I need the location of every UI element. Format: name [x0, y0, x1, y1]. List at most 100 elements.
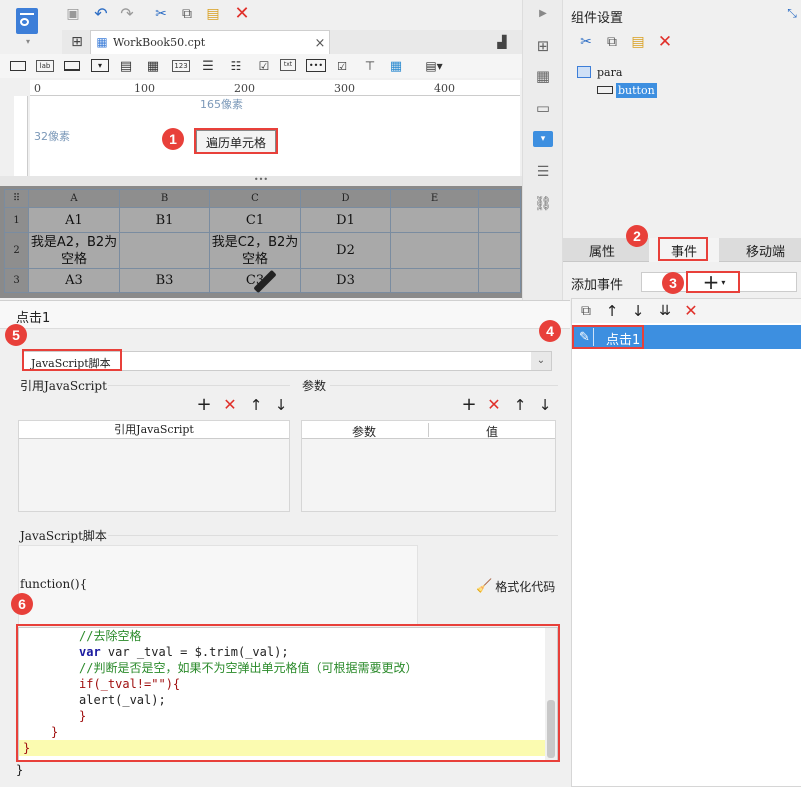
button-node-icon: [597, 86, 613, 94]
layout-grid-icon[interactable]: ▦: [533, 66, 553, 86]
param-up-icon[interactable]: ↑: [512, 397, 528, 413]
cell[interactable]: [390, 232, 479, 269]
tree-copy-icon[interactable]: ⧉: [603, 33, 621, 51]
cell[interactable]: D1: [300, 207, 391, 233]
textbox-widget-icon[interactable]: [10, 61, 26, 71]
splitter-handle[interactable]: •••: [0, 176, 522, 186]
list-stack-icon[interactable]: ☰: [533, 162, 553, 182]
tree-widget-icon[interactable]: ⊤: [362, 58, 378, 74]
cell[interactable]: A1: [28, 207, 120, 233]
event-copy-icon[interactable]: ⧉: [578, 303, 594, 319]
logo-dropdown-icon[interactable]: ▾: [22, 38, 34, 46]
step-badge-6: 6: [11, 593, 33, 615]
tree-node-button[interactable]: button: [597, 82, 657, 98]
cell[interactable]: [390, 207, 479, 233]
column-header[interactable]: C: [209, 189, 301, 208]
column-header[interactable]: D: [300, 189, 391, 208]
undo-icon[interactable]: ↶: [92, 5, 110, 23]
panel-dock-icon[interactable]: ⤡: [785, 6, 799, 20]
textarea-widget-icon[interactable]: ☰: [200, 58, 216, 74]
delete-icon[interactable]: ✕: [232, 4, 252, 24]
more-widgets-icon[interactable]: ▤▾: [422, 58, 446, 74]
cut-icon[interactable]: ✂: [152, 5, 170, 23]
collapse-arrow-icon[interactable]: ▶: [535, 6, 551, 22]
frame-icon[interactable]: ▭: [533, 98, 553, 118]
app-logo-icon[interactable]: [16, 8, 38, 34]
button-widget-icon[interactable]: [64, 61, 80, 71]
step-badge-2: 2: [626, 225, 648, 247]
cell[interactable]: [119, 232, 210, 269]
row-header[interactable]: 1: [4, 207, 29, 233]
radio-group-widget-icon[interactable]: ☷: [228, 58, 244, 74]
component-toolbar: lab ▾ ▤ ▦ 123 ☰ ☷ ☑ txt ••• ☑ ⊤ ▦ ▤▾: [0, 54, 522, 78]
file-tab-bar: ⊞ ▦ WorkBook50.cpt × ▟: [62, 30, 522, 54]
cell[interactable]: 我是A2，B2为空格: [28, 232, 120, 269]
ref-up-icon[interactable]: ↑: [248, 397, 264, 413]
text-widget-icon[interactable]: txt: [280, 59, 296, 71]
redo-icon[interactable]: ↷: [118, 5, 136, 23]
format-code-button[interactable]: 🧹 格式化代码: [476, 577, 555, 595]
event-delete-icon[interactable]: ✕: [682, 302, 700, 320]
cell[interactable]: A3: [28, 268, 120, 293]
function-signature: function(){: [20, 577, 88, 591]
column-header[interactable]: B: [119, 189, 210, 208]
params-table[interactable]: 参数 值: [301, 420, 556, 512]
cell[interactable]: D3: [300, 268, 391, 293]
tree-delete-icon[interactable]: ✕: [655, 32, 675, 52]
widget-dropdown-icon[interactable]: ▾: [533, 131, 553, 147]
file-tab-label: WorkBook50.cpt: [113, 36, 206, 49]
select-all-corner[interactable]: ⠿: [4, 189, 29, 208]
step-badge-5: 5: [5, 324, 27, 346]
date-widget-icon[interactable]: ▦: [145, 58, 161, 74]
table-widget-icon[interactable]: ▦: [388, 58, 404, 74]
file-icon: ▦: [96, 35, 108, 49]
tree-paste-icon[interactable]: ▤: [629, 33, 647, 51]
number-widget-icon[interactable]: 123: [172, 60, 190, 72]
column-header[interactable]: A: [28, 189, 120, 208]
checkbox-group-widget-icon[interactable]: ☑: [256, 58, 272, 74]
link-icon[interactable]: ⛓: [533, 194, 553, 214]
cell[interactable]: 我是C2，B2为空格: [209, 232, 301, 269]
event-list-panel: ⧉ ↑ ↓ ⇊ ✕ ✎ 点击1: [571, 298, 801, 787]
ref-add-icon[interactable]: +: [196, 396, 212, 414]
width-label: 165像素: [200, 98, 243, 111]
ref-delete-icon[interactable]: ✕: [222, 397, 238, 413]
checkbox-widget-icon[interactable]: ☑: [334, 58, 350, 74]
horizontal-ruler: 0 100 200 300 400: [30, 80, 520, 96]
column-header[interactable]: E: [390, 189, 479, 208]
layout-icon[interactable]: ⊞: [533, 36, 553, 56]
combobox-widget-icon[interactable]: ▾: [91, 59, 109, 72]
ref-down-icon[interactable]: ↓: [273, 397, 289, 413]
row-header[interactable]: 2: [4, 232, 29, 269]
cell[interactable]: B1: [119, 207, 210, 233]
paste-icon[interactable]: ▤: [204, 5, 222, 23]
password-widget-icon[interactable]: •••: [306, 59, 326, 72]
copy-icon[interactable]: ⧉: [178, 5, 196, 23]
select-arrow-icon[interactable]: ⌄: [531, 352, 551, 370]
tree-root[interactable]: para: [577, 64, 622, 80]
param-delete-icon[interactable]: ✕: [486, 397, 502, 413]
tree-cut-icon[interactable]: ✂: [577, 33, 595, 51]
tab-mobile[interactable]: 移动端: [729, 238, 801, 262]
cell[interactable]: C1: [209, 207, 301, 233]
cell[interactable]: [390, 268, 479, 293]
cell[interactable]: D2: [300, 232, 391, 269]
sheet-grid-icon[interactable]: ⊞: [68, 33, 86, 51]
list-widget-icon[interactable]: ▤: [118, 58, 134, 74]
row-header[interactable]: 3: [4, 268, 29, 293]
highlight-add-event: [686, 271, 740, 293]
param-down-icon[interactable]: ↓: [537, 397, 553, 413]
param-add-icon[interactable]: +: [461, 396, 477, 414]
function-close-brace: }: [16, 763, 24, 777]
ref-js-table[interactable]: 引用JavaScript: [18, 420, 290, 512]
cell[interactable]: B3: [119, 268, 210, 293]
move-up-icon[interactable]: ↑: [604, 303, 620, 319]
tab-menu-icon[interactable]: ▟: [494, 34, 510, 50]
label-widget-icon[interactable]: lab: [36, 60, 54, 72]
broom-icon: 🧹: [476, 578, 493, 594]
move-down-icon[interactable]: ↓: [630, 303, 646, 319]
close-tab-icon[interactable]: ×: [313, 36, 327, 50]
save-icon[interactable]: ▣: [64, 5, 82, 23]
file-tab[interactable]: ▦ WorkBook50.cpt ×: [90, 30, 330, 54]
move-bottom-icon[interactable]: ⇊: [656, 303, 674, 319]
